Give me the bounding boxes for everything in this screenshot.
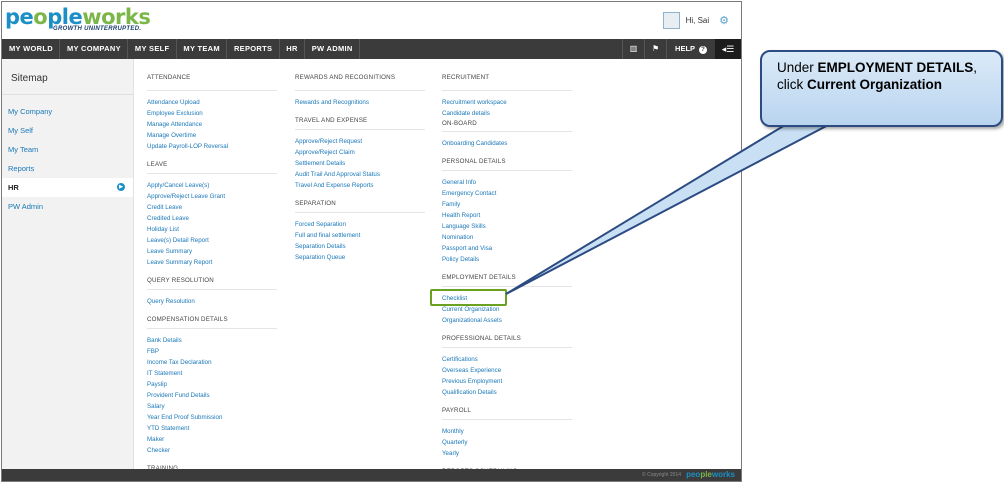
callout-text-bold1: EMPLOYMENT DETAILS — [817, 60, 974, 75]
callout-pointer-joint — [793, 120, 831, 125]
callout-text-pre: Under — [777, 60, 818, 75]
instruction-callout: Under EMPLOYMENT DETAILS, click Current … — [760, 50, 1003, 127]
callout-text-bold2: Current Organization — [807, 77, 943, 92]
tutorial-screenshot: peopleworks GROWTH UNINTERRUPTED. Hi, Sa… — [0, 0, 1004, 483]
callout-text: Under EMPLOYMENT DETAILS, click Current … — [777, 59, 989, 93]
